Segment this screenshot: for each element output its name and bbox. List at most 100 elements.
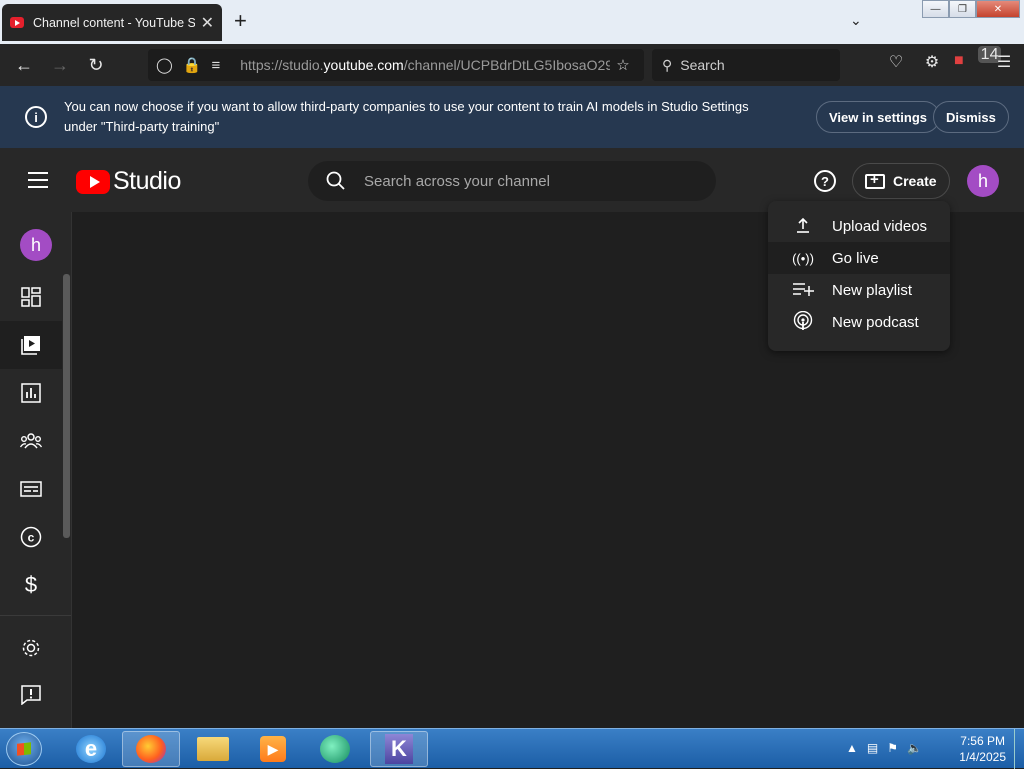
notification-banner: i You can now choose if you want to allo…: [0, 86, 1024, 148]
browser-navbar: ← → ↻ ◯ 🔒 ≡ https://studio.youtube.com/c…: [0, 44, 1024, 86]
sidebar-item-community[interactable]: [0, 417, 62, 465]
hamburger-menu-icon[interactable]: [28, 172, 48, 193]
taskbar-app-k[interactable]: K: [370, 731, 428, 767]
pocket-icon[interactable]: ♡: [882, 52, 910, 72]
tab-close-icon[interactable]: ✕: [201, 13, 214, 33]
menu-item-label: New playlist: [832, 281, 913, 299]
help-icon[interactable]: ?: [814, 170, 836, 192]
taskbar-media-player[interactable]: ▶: [244, 731, 302, 767]
browser-toolbar-right: ♡ ⚙ ■ 14 ☰: [882, 46, 1018, 72]
browser-search-field[interactable]: ⚲ Search: [652, 49, 840, 81]
browser-tab[interactable]: Channel content - YouTube Stu ✕: [2, 4, 222, 41]
studio-sidebar: h c $: [0, 212, 72, 728]
maximize-button[interactable]: ❐: [949, 0, 976, 18]
create-video-icon: [865, 171, 885, 189]
upload-icon: [792, 217, 814, 236]
lock-icon[interactable]: 🔒: [183, 56, 202, 74]
menu-icon[interactable]: ☰: [990, 52, 1018, 72]
sidebar-item-subtitles[interactable]: [0, 465, 62, 513]
logo-text: Studio: [113, 167, 181, 195]
browser-search-placeholder: Search: [680, 57, 725, 73]
dashboard-icon: [21, 287, 41, 307]
minimize-button[interactable]: —: [922, 0, 949, 18]
menu-item-label: Upload videos: [832, 217, 928, 235]
earn-icon: $: [24, 572, 38, 597]
view-in-settings-button[interactable]: View in settings: [816, 101, 941, 133]
firefox-icon: [136, 735, 166, 763]
channel-search-input[interactable]: Search across your channel: [308, 161, 716, 201]
analytics-icon: [21, 383, 41, 403]
youtube-studio-logo[interactable]: Studio: [76, 167, 181, 196]
settings-icon: [22, 639, 40, 657]
windows-taskbar: e ▶ K ▲ ▤ ⚑ 🔈 7:56 PM 1/4/2025: [0, 728, 1024, 769]
network-icon[interactable]: ▤: [867, 741, 878, 755]
forward-arrow-icon[interactable]: →: [42, 55, 78, 76]
menu-item-label: Go live: [832, 249, 879, 267]
channel-avatar[interactable]: h: [20, 229, 52, 261]
back-arrow-icon[interactable]: ←: [6, 55, 42, 76]
media-player-icon: ▶: [260, 736, 286, 762]
k-app-icon: K: [385, 734, 413, 764]
start-button[interactable]: [6, 732, 42, 766]
system-tray-icons: ▲ ▤ ⚑ 🔈: [846, 741, 922, 755]
community-icon: [20, 433, 42, 449]
search-icon: ⚲: [662, 56, 673, 73]
show-hidden-icons-icon[interactable]: ▲: [846, 741, 858, 755]
list-tabs-chevron-icon[interactable]: ⌄: [850, 12, 862, 29]
action-center-flag-icon[interactable]: ⚑: [887, 741, 898, 755]
content-icon: [21, 336, 40, 355]
sidebar-item-dashboard[interactable]: [0, 273, 62, 321]
bookmark-star-icon[interactable]: ☆: [616, 56, 629, 74]
youtube-favicon-icon: [10, 17, 24, 28]
clock-date: 1/4/2025: [959, 750, 1006, 764]
shield-icon[interactable]: ◯: [156, 56, 173, 74]
account-avatar[interactable]: h: [967, 165, 999, 197]
menu-item-upload-videos[interactable]: Upload videos: [768, 210, 950, 242]
subtitles-icon: [20, 481, 42, 497]
sidebar-scrollbar[interactable]: [63, 274, 70, 538]
create-dropdown-menu: Upload videos ((•)) Go live New playlist…: [768, 201, 950, 351]
extensions-icon[interactable]: ⚙: [918, 52, 946, 72]
window-controls: — ❐ ✕: [922, 0, 1020, 18]
menu-item-new-playlist[interactable]: New playlist: [768, 274, 950, 306]
menu-item-label: New podcast: [832, 313, 919, 331]
clock-time: 7:56 PM: [960, 734, 1005, 748]
search-icon: [326, 171, 345, 190]
new-tab-button[interactable]: +: [234, 8, 247, 34]
menu-item-go-live[interactable]: ((•)) Go live: [768, 242, 950, 274]
sidebar-item-feedback[interactable]: [0, 671, 62, 719]
feedback-icon: [21, 685, 41, 705]
volume-icon[interactable]: 🔈: [907, 741, 922, 755]
sidebar-item-copyright[interactable]: c: [0, 513, 62, 561]
sidebar-item-analytics[interactable]: [0, 369, 62, 417]
folder-icon: [197, 737, 229, 761]
taskbar-file-explorer[interactable]: [184, 731, 242, 767]
reload-icon[interactable]: ↻: [78, 55, 114, 76]
playlist-add-icon: [792, 282, 814, 299]
close-window-button[interactable]: ✕: [976, 0, 1020, 18]
browser-tab-strip: Channel content - YouTube Stu ✕ + ⌄ — ❐ …: [0, 0, 1024, 44]
youtube-logo-icon: [76, 169, 110, 194]
chat-app-icon: [320, 735, 350, 763]
live-icon: ((•)): [792, 250, 814, 266]
url-text[interactable]: https://studio.youtube.com/channel/UCPBd…: [240, 57, 610, 73]
sidebar-divider: [0, 615, 71, 616]
address-bar[interactable]: ◯ 🔒 ≡ https://studio.youtube.com/channel…: [148, 49, 644, 81]
ublock-icon[interactable]: ■ 14: [954, 46, 1002, 72]
dismiss-button[interactable]: Dismiss: [933, 101, 1009, 133]
sidebar-item-earn[interactable]: $: [0, 561, 62, 609]
create-label: Create: [893, 173, 937, 189]
tab-title: Channel content - YouTube Stu: [33, 15, 195, 30]
taskbar-app-green[interactable]: [306, 731, 364, 767]
sidebar-item-content[interactable]: [0, 321, 62, 369]
banner-message: You can now choose if you want to allow …: [64, 99, 749, 134]
show-desktop-button[interactable]: [1014, 729, 1024, 769]
taskbar-firefox[interactable]: [122, 731, 180, 767]
taskbar-internet-explorer[interactable]: e: [62, 731, 120, 767]
sidebar-item-settings[interactable]: [0, 624, 62, 672]
taskbar-clock[interactable]: 7:56 PM 1/4/2025: [959, 733, 1006, 765]
channel-search-placeholder: Search across your channel: [364, 172, 550, 190]
create-button[interactable]: Create: [852, 163, 950, 199]
menu-item-new-podcast[interactable]: New podcast: [768, 306, 950, 338]
permissions-icon[interactable]: ≡: [211, 57, 220, 74]
